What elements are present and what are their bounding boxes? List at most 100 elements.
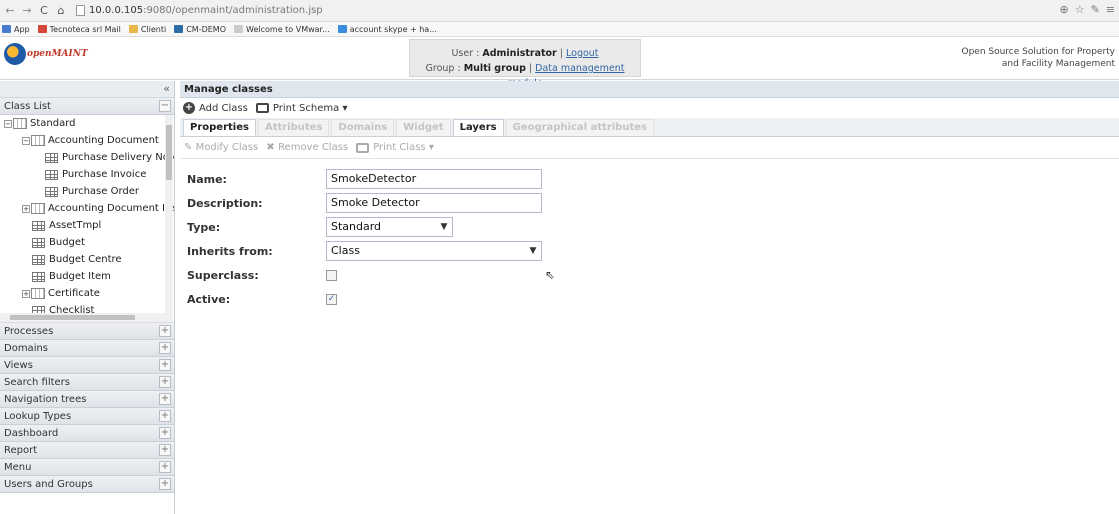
expand-node-icon[interactable]: +	[22, 289, 30, 298]
add-class-button[interactable]: + Add Class	[183, 102, 248, 114]
skype-icon	[337, 25, 347, 33]
collapse-node-icon[interactable]: −	[22, 136, 30, 145]
tree-item-budget[interactable]: Budget	[32, 234, 85, 251]
section-search-filters[interactable]: Search filters +	[0, 374, 174, 391]
bookmark-clienti[interactable]: Clienti	[128, 25, 166, 34]
description-label: Description:	[187, 196, 263, 210]
menu-icon[interactable]: ≡	[1106, 3, 1115, 16]
reload-icon[interactable]: C	[37, 4, 51, 17]
section-menu[interactable]: Menu +	[0, 459, 174, 476]
section-views[interactable]: Views +	[0, 357, 174, 374]
app-header: openMAINT User : Administrator | Logout …	[0, 38, 1119, 89]
forward-icon[interactable]: →	[20, 4, 34, 17]
address-bar[interactable]: 10.0.0.105:9080/openmaint/administration…	[72, 3, 1112, 19]
section-users-and-groups[interactable]: Users and Groups +	[0, 476, 174, 493]
bookmark-cm-demo[interactable]: CM-DEMO	[174, 25, 226, 34]
section-report[interactable]: Report +	[0, 442, 174, 459]
section-processes[interactable]: Processes +	[0, 323, 174, 340]
section-dashboard[interactable]: Dashboard +	[0, 425, 174, 442]
expand-section-icon[interactable]: +	[159, 427, 171, 439]
expand-section-icon[interactable]: +	[159, 461, 171, 473]
remove-icon: ✖	[266, 142, 279, 153]
tab-widget[interactable]: Widget	[396, 119, 451, 136]
star-icon[interactable]: ☆	[1075, 3, 1085, 16]
class-list-header[interactable]: Class List −	[0, 98, 174, 115]
expand-section-icon[interactable]: +	[159, 393, 171, 405]
inherits-select[interactable]: Class ▼	[326, 241, 542, 261]
collapse-icon[interactable]: «	[163, 82, 170, 95]
bookmark-mail[interactable]: Tecnoteca srl Mail	[37, 25, 121, 34]
tree-vertical-scrollbar[interactable]	[165, 115, 173, 322]
chevron-down-icon[interactable]: ▼	[525, 242, 541, 260]
superclass-label: Superclass:	[187, 268, 259, 282]
section-domains[interactable]: Domains +	[0, 340, 174, 357]
class-table-icon	[45, 152, 58, 163]
tab-attributes[interactable]: Attributes	[257, 119, 330, 136]
description-field[interactable]: Smoke Detector	[326, 193, 542, 213]
collapse-section-icon[interactable]: −	[159, 100, 171, 112]
collapse-node-icon[interactable]: −	[4, 119, 12, 128]
zoom-icon[interactable]: ⊕	[1059, 3, 1068, 16]
tree-item-accounting-document[interactable]: − Accounting Document	[22, 132, 159, 149]
class-table-icon	[32, 254, 45, 265]
expand-section-icon[interactable]: +	[159, 359, 171, 371]
tab-properties[interactable]: Properties	[183, 119, 256, 136]
active-checkbox[interactable]: ✓	[326, 293, 337, 305]
type-label: Type:	[187, 220, 221, 234]
user-info: User : Administrator | Logout Group : Mu…	[409, 39, 641, 89]
class-table-icon	[45, 169, 58, 180]
bookmark-apps[interactable]: App	[2, 25, 30, 34]
tree-item-budget-centre[interactable]: Budget Centre	[32, 251, 122, 268]
print-class-button[interactable]: Print Class ▾	[356, 142, 434, 153]
url-host: 10.0.0.105	[89, 5, 144, 16]
type-select[interactable]: Standard ▼	[326, 217, 453, 237]
tree-item-purchase-invoice[interactable]: Purchase Invoice	[45, 166, 146, 183]
chevron-down-icon[interactable]: ▼	[436, 218, 452, 236]
tree-item-budget-item[interactable]: Budget Item	[32, 268, 111, 285]
openmaint-logo[interactable]: openMAINT	[4, 43, 88, 65]
expand-section-icon[interactable]: +	[159, 376, 171, 388]
tree-item-assettmpl[interactable]: AssetTmpl	[32, 217, 101, 234]
tree-item-purchase-delivery-note[interactable]: Purchase Delivery Note	[45, 149, 174, 166]
accordion-sections: Processes + Domains + Views + Search filter…	[0, 323, 174, 493]
tree-item-accounting-document-item[interactable]: + Accounting Document Item	[22, 200, 174, 217]
tab-layers[interactable]: Layers	[452, 119, 504, 136]
expand-node-icon[interactable]: +	[22, 204, 30, 213]
class-tabs: Properties Attributes Domains Widget Lay…	[180, 118, 1119, 137]
print-schema-button[interactable]: Print Schema ▾	[255, 103, 347, 114]
scroll-thumb[interactable]	[10, 315, 135, 320]
expand-section-icon[interactable]: +	[159, 478, 171, 490]
class-tree[interactable]: − Standard − Accounting Document Purchase …	[0, 115, 174, 323]
section-navigation-trees[interactable]: Navigation trees +	[0, 391, 174, 408]
expand-section-icon[interactable]: +	[159, 325, 171, 337]
modify-class-button[interactable]: ✎ Modify Class	[184, 142, 258, 153]
remove-class-button[interactable]: ✖ Remove Class	[266, 142, 348, 153]
tree-item-certificate[interactable]: + Certificate	[22, 285, 100, 302]
expand-section-icon[interactable]: +	[159, 410, 171, 422]
class-table-icon	[45, 186, 58, 197]
back-icon[interactable]: ←	[3, 4, 17, 17]
browser-toolbar: ← → C ⌂ 10.0.0.105:9080/openmaint/admini…	[0, 0, 1119, 22]
scroll-thumb[interactable]	[166, 125, 172, 180]
expand-section-icon[interactable]: +	[159, 342, 171, 354]
tree-item-standard[interactable]: − Standard	[4, 115, 76, 132]
dropdown-arrow-icon: ▾	[428, 142, 434, 153]
superclass-icon	[31, 135, 45, 146]
expand-section-icon[interactable]: +	[159, 444, 171, 456]
logout-link[interactable]: Logout	[566, 48, 599, 59]
tree-item-purchase-order[interactable]: Purchase Order	[45, 183, 139, 200]
tree-horizontal-scrollbar[interactable]	[0, 313, 165, 322]
apps-icon	[2, 25, 11, 33]
tagline: Open Source Solution for Property and Fa…	[961, 47, 1115, 69]
tab-geographical-attributes[interactable]: Geographical attributes	[505, 119, 655, 136]
tab-domains[interactable]: Domains	[331, 119, 395, 136]
name-field[interactable]: SmokeDetector	[326, 169, 542, 189]
home-icon[interactable]: ⌂	[54, 4, 68, 17]
pen-icon[interactable]: ✎	[1091, 3, 1100, 16]
pencil-icon: ✎	[184, 142, 196, 153]
bookmark-vmware[interactable]: Welcome to VMwar...	[234, 25, 330, 34]
active-label: Active:	[187, 292, 231, 306]
superclass-checkbox[interactable]	[326, 269, 337, 281]
bookmark-skype[interactable]: account skype + ha...	[337, 25, 437, 34]
section-lookup-types[interactable]: Lookup Types +	[0, 408, 174, 425]
